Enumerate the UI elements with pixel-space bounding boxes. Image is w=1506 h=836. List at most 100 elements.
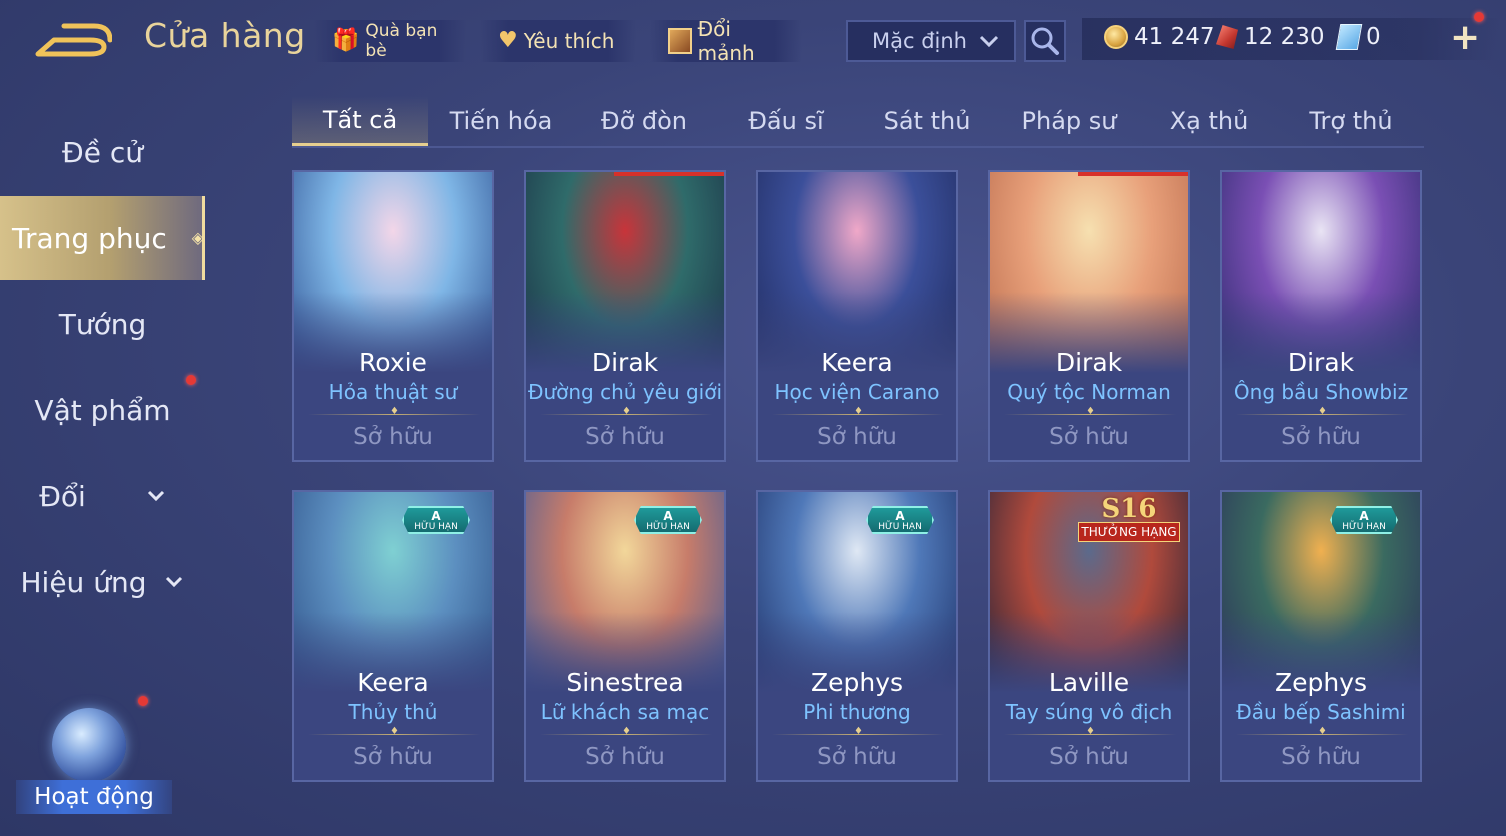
ruby-amount: 12 230	[1244, 24, 1325, 50]
limited-badge: A HỮU HẠN	[1330, 506, 1398, 534]
search-button[interactable]	[1024, 20, 1066, 62]
sidebar-item-effects[interactable]: Hiệu ứng	[0, 542, 205, 622]
chest-icon	[668, 28, 692, 54]
chevron-down-icon	[979, 35, 999, 48]
owned-status: Sở hữu	[585, 424, 665, 450]
sidebar-item-featured[interactable]: Đề cử	[0, 112, 205, 192]
tab-assassin[interactable]: Sát thủ	[862, 96, 992, 146]
owned-status: Sở hữu	[1281, 744, 1361, 770]
skin-card[interactable]: Dirak Ông bầu Showbiz Sở hữu	[1220, 170, 1422, 462]
tab-marksman[interactable]: Xạ thủ	[1144, 96, 1274, 146]
hero-name: Roxie	[359, 348, 427, 377]
hero-name: Keera	[357, 668, 429, 697]
tab-support[interactable]: Trợ thủ	[1286, 96, 1416, 146]
skin-name: Thủy thủ	[348, 700, 438, 724]
card-divider	[308, 406, 480, 420]
activity-button[interactable]: Hoạt động	[12, 696, 172, 820]
card-divider	[308, 726, 480, 740]
sidebar-item-label: Trang phục	[12, 221, 167, 255]
skin-name: Lữ khách sa mạc	[540, 700, 710, 724]
skin-name: Phi thương	[803, 700, 911, 724]
tab-mage[interactable]: Pháp sư	[1004, 96, 1134, 146]
sidebar-item-items[interactable]: Vật phẩm	[0, 370, 205, 450]
owned-status: Sở hữu	[585, 744, 665, 770]
limited-badge: A HỮU HẠN	[634, 506, 702, 534]
owned-status: Sở hữu	[353, 744, 433, 770]
sidebar-item-label: Đề cử	[62, 135, 143, 169]
notification-dot	[1474, 12, 1484, 22]
currency-bar: 41 247 12 230 0	[1082, 18, 1500, 60]
tab-tank[interactable]: Đỡ đòn	[580, 96, 708, 146]
sidebar-item-heroes[interactable]: Tướng	[0, 284, 205, 364]
gold-coin-icon	[1104, 25, 1128, 49]
skin-card[interactable]: AHỮU HẠN Sinestrea Lữ khách sa mạc Sở hữ…	[524, 490, 726, 782]
skin-name: Học viện Carano	[774, 380, 940, 404]
tab-evolution[interactable]: Tiến hóa	[436, 96, 566, 146]
favorites-label: Yêu thích	[523, 29, 615, 53]
skin-card[interactable]: AHỮU HẠN Zephys Phi thương Sở hữu	[756, 490, 958, 782]
owned-status: Sở hữu	[817, 744, 897, 770]
skin-name: Đầu bếp Sashimi	[1236, 700, 1406, 724]
voucher-icon	[1335, 24, 1363, 50]
season-rank-badge: S16 THƯỞNG HẠNG	[1074, 496, 1184, 542]
sidebar-item-exchange[interactable]: Đổi	[0, 456, 205, 536]
sidebar-item-label: Tướng	[58, 307, 147, 341]
search-icon	[1031, 27, 1059, 55]
back-arrow-icon	[35, 23, 113, 57]
voucher-amount: 0	[1366, 24, 1381, 50]
card-divider	[540, 726, 712, 740]
season-label: S16	[1101, 494, 1157, 524]
heart-icon: ♥	[498, 28, 518, 53]
chevron-down-icon	[147, 490, 164, 502]
sort-dropdown[interactable]: Mặc định	[846, 20, 1016, 62]
gold-amount: 41 247	[1134, 24, 1215, 50]
fragment-exchange-button[interactable]: Đổi mảnh	[650, 17, 802, 65]
card-divider	[1004, 726, 1176, 740]
tab-fighter[interactable]: Đấu sĩ	[720, 96, 852, 146]
owned-status: Sở hữu	[1281, 424, 1361, 450]
chevron-down-icon	[166, 576, 183, 588]
friend-gift-label: Quà bạn bè	[365, 21, 438, 61]
category-tabs: Tất cả Tiến hóa Đỡ đòn Đấu sĩ Sát thủ Ph…	[292, 96, 1424, 148]
limited-badge: A HỮU HẠN	[866, 506, 934, 534]
activity-label: Hoạt động	[16, 780, 172, 814]
skin-card[interactable]: Dirak Quý tộc Norman Sở hữu	[988, 170, 1190, 462]
card-divider	[1236, 406, 1408, 420]
top-bar: Cửa hàng 🎁 Quà bạn bè ♥ Yêu thích Đổi mả…	[0, 0, 1506, 80]
card-top-strip	[1078, 172, 1188, 176]
card-divider	[772, 726, 944, 740]
page-title: Cửa hàng	[144, 16, 306, 55]
skin-card[interactable]: AHỮU HẠN Keera Thủy thủ Sở hữu	[292, 490, 494, 782]
sidebar-item-label: Đổi	[39, 479, 86, 513]
card-divider	[1004, 406, 1176, 420]
skin-name: Quý tộc Norman	[1007, 380, 1171, 404]
fragment-exchange-label: Đổi mảnh	[697, 17, 755, 65]
owned-status: Sở hữu	[817, 424, 897, 450]
sidebar-item-skins[interactable]: Trang phục ◈	[0, 196, 205, 280]
skin-card[interactable]: Dirak Đường chủ yêu giới Sở hữu	[524, 170, 726, 462]
tab-all[interactable]: Tất cả	[292, 96, 428, 146]
hero-name: Sinestrea	[566, 668, 684, 697]
owned-status: Sở hữu	[1049, 424, 1129, 450]
ruby-icon	[1216, 25, 1238, 49]
friend-gift-button[interactable]: 🎁 Quà bạn bè	[314, 20, 466, 62]
gift-icon: 🎁	[332, 28, 360, 53]
card-divider	[772, 406, 944, 420]
ruby-currency: 12 230	[1216, 24, 1324, 50]
hero-name: Dirak	[591, 348, 659, 377]
top-up-button[interactable]: +	[1450, 18, 1480, 58]
skin-card[interactable]: AHỮU HẠN Zephys Đầu bếp Sashimi Sở hữu	[1220, 490, 1422, 782]
back-button[interactable]	[34, 20, 113, 60]
favorites-button[interactable]: ♥ Yêu thích	[480, 20, 636, 62]
skin-name: Tay súng vô địch	[1005, 700, 1173, 724]
owned-status: Sở hữu	[1049, 744, 1129, 770]
skin-card[interactable]: Roxie Hỏa thuật sư Sở hữu	[292, 170, 494, 462]
items-notification-dot	[186, 375, 196, 385]
activity-notification-dot	[138, 696, 148, 706]
skin-card[interactable]: S16 THƯỞNG HẠNG Laville Tay súng vô địch…	[988, 490, 1190, 782]
active-marker-icon: ◈	[191, 228, 204, 247]
skin-card[interactable]: Keera Học viện Carano Sở hữu	[756, 170, 958, 462]
card-divider	[540, 406, 712, 420]
hero-name: Dirak	[1055, 348, 1123, 377]
skin-name: Ông bầu Showbiz	[1233, 380, 1409, 404]
